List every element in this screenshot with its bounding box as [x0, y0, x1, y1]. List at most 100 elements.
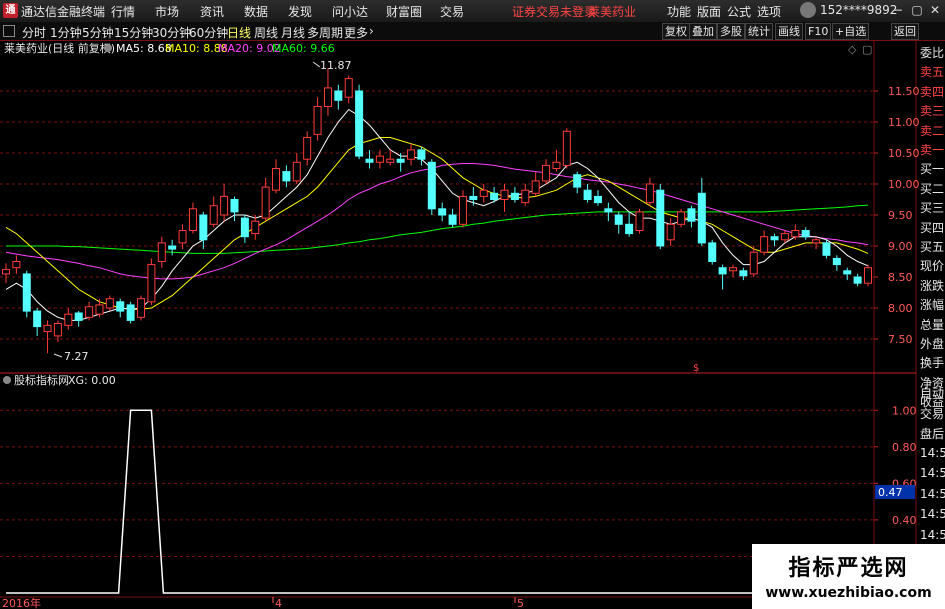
tab-multi-period[interactable]: 多周期 — [307, 24, 343, 41]
menu-item-function[interactable]: 功能 — [667, 3, 691, 20]
sub-indicator-name: 股标指标网 — [14, 373, 69, 387]
indicator-settings-icon[interactable] — [3, 376, 11, 384]
quote-field-0: 委比 — [920, 46, 945, 60]
trade-field-3: 14:56 — [920, 445, 945, 460]
candle-up — [2, 269, 10, 275]
tab-intraday[interactable]: 分时 — [22, 24, 46, 41]
app-title: 通达信金融终端 — [21, 5, 106, 19]
restore-rights-button[interactable]: 复权 — [662, 23, 690, 40]
candle-up — [864, 267, 872, 284]
candle-down — [687, 208, 696, 222]
grid-lines — [0, 90, 874, 557]
close-button[interactable]: ✕ — [927, 2, 943, 18]
menu-item-news[interactable]: 资讯 — [200, 3, 224, 20]
user-avatar-icon[interactable] — [800, 2, 816, 18]
tab-daily[interactable]: 日线 — [227, 24, 251, 41]
candle-up — [220, 195, 229, 216]
candle-up — [303, 137, 312, 160]
candle-down — [116, 301, 125, 312]
high-marker-line — [312, 61, 321, 68]
menu-item-ask[interactable]: 问小达 — [332, 3, 368, 20]
add-favorite-button[interactable]: +自选 — [832, 23, 870, 40]
candle-up — [64, 313, 73, 326]
candle-down — [355, 90, 364, 157]
ma60-value: MA60: 9.66 — [272, 42, 335, 55]
tab-60min[interactable]: 60分钟 — [189, 24, 228, 41]
menu-item-formula[interactable]: 公式 — [727, 3, 751, 20]
candle-up — [749, 251, 758, 275]
candle-up — [375, 155, 384, 163]
watermark-url: www.xuezhibiao.com — [765, 585, 932, 601]
tab-15min[interactable]: 15分钟 — [114, 24, 153, 41]
tab-5min[interactable]: 5分钟 — [82, 24, 114, 41]
menu-item-quotes[interactable]: 行情 — [111, 3, 135, 20]
candle-up — [500, 189, 509, 200]
candle-down — [614, 214, 623, 225]
statistics-button[interactable]: 统计 — [745, 23, 773, 40]
quote-field-7: 买二 — [920, 181, 945, 196]
quote-field-14: 总量 — [920, 317, 945, 332]
f10-button[interactable]: F10 — [805, 23, 832, 40]
price-label-2: 10.50 — [888, 147, 920, 160]
menu-item-wealth[interactable]: 财富圈 — [386, 3, 422, 20]
candle-down — [438, 208, 447, 216]
diamond-icon[interactable]: ◇ — [848, 43, 857, 56]
candle-down — [230, 199, 239, 213]
candle-up — [791, 230, 800, 238]
x-label-april: 4 — [275, 597, 282, 609]
event-marker[interactable]: $ — [693, 363, 699, 374]
menu-item-market[interactable]: 市场 — [155, 3, 179, 20]
user-account[interactable]: 152****9892 — [820, 3, 897, 17]
panel-toggle-icon[interactable] — [3, 25, 15, 37]
candle-down — [770, 236, 779, 241]
candle-up — [157, 242, 166, 262]
kline-chart[interactable]: 11.50 11.00 10.50 10.00 9.50 9.00 8.50 8.00 7.50… — [0, 40, 945, 609]
menu-item-options[interactable]: 选项 — [757, 3, 781, 20]
candle-up — [188, 208, 197, 232]
tab-more[interactable]: 更多 — [344, 24, 368, 41]
candle-down — [282, 171, 291, 182]
expand-icon[interactable]: ▢ — [862, 43, 872, 56]
candle-down — [427, 161, 436, 210]
candle-down — [697, 192, 706, 244]
candle-up — [313, 106, 322, 135]
overlay-button[interactable]: 叠加 — [689, 23, 717, 40]
candle-up — [458, 195, 467, 225]
maximize-button[interactable]: ▢ — [909, 2, 925, 18]
tab-1min[interactable]: 1分钟 — [50, 24, 82, 41]
draw-line-button[interactable]: 画线 — [775, 23, 803, 40]
ma20-line — [5, 163, 869, 280]
trade-field-6: 14:56 — [920, 507, 945, 521]
trade-field-0: 自动 — [920, 386, 945, 400]
chevron-right-icon[interactable]: › — [369, 24, 374, 38]
tab-weekly[interactable]: 周线 — [254, 24, 278, 41]
menu-item-layout[interactable]: 版面 — [697, 3, 721, 20]
candle-up — [323, 87, 332, 108]
current-value-label: 0.47 — [878, 486, 903, 499]
sub-label-0: 1.00 — [892, 404, 917, 417]
stock-info-label: 莱美药业(日线 前复权) — [4, 41, 115, 55]
app-logo-icon: 通 — [3, 3, 18, 18]
trade-login-status[interactable]: 证券交易未登录 — [512, 3, 596, 20]
menu-item-data[interactable]: 数据 — [244, 3, 268, 20]
candle-down — [490, 192, 499, 201]
price-label-7: 8.00 — [888, 302, 913, 315]
menu-item-trade[interactable]: 交易 — [440, 3, 464, 20]
candle-down — [74, 312, 83, 321]
price-label-3: 10.00 — [888, 178, 920, 191]
settings-dot-icon[interactable] — [104, 44, 112, 52]
candle-up — [635, 211, 644, 231]
tab-monthly[interactable]: 月线 — [281, 24, 305, 41]
quote-field-10: 买五 — [920, 240, 945, 254]
candle-down — [240, 217, 249, 238]
candle-down — [739, 270, 748, 277]
candle-down — [853, 276, 862, 284]
multi-stock-button[interactable]: 多股 — [717, 23, 745, 40]
back-button[interactable]: 返回 — [891, 23, 919, 40]
menu-item-discover[interactable]: 发现 — [288, 3, 312, 20]
candle-up — [552, 161, 561, 170]
quote-field-2: 卖四 — [920, 84, 945, 99]
minimize-button[interactable]: − — [890, 2, 906, 18]
candle-up — [251, 220, 260, 235]
tab-30min[interactable]: 30分钟 — [152, 24, 191, 41]
